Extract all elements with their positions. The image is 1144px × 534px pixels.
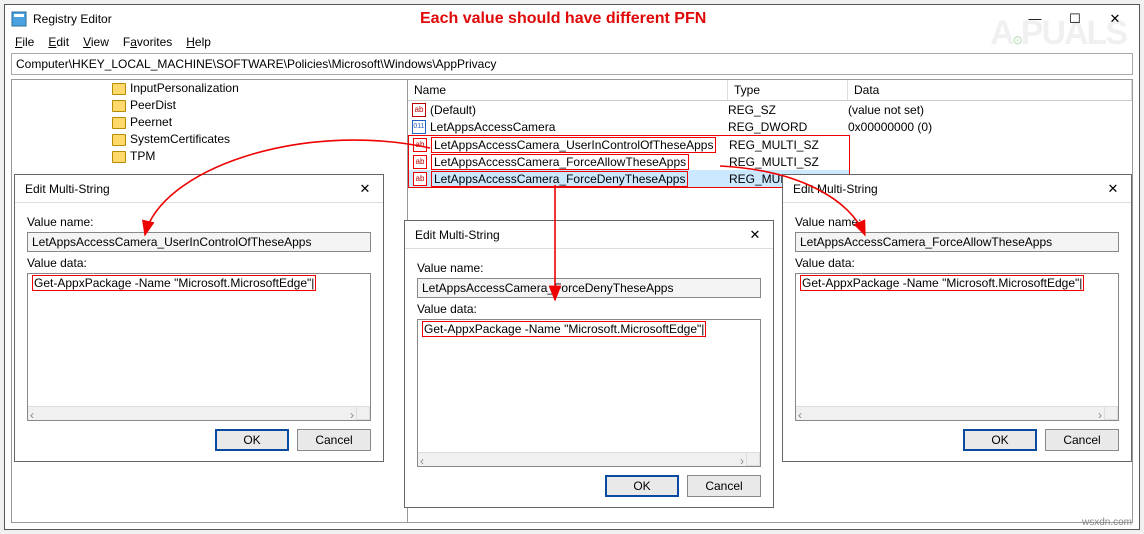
cancel-button[interactable]: Cancel bbox=[1045, 429, 1119, 451]
tree-item[interactable]: TPM bbox=[112, 148, 407, 165]
dialog-titlebar[interactable]: Edit Multi-String ✕ bbox=[405, 221, 773, 249]
watermark-logo: A⊙PUALS bbox=[990, 14, 1126, 53]
list-row[interactable]: abLetAppsAccessCamera_ForceAllowTheseApp… bbox=[409, 153, 849, 170]
menu-help[interactable]: Help bbox=[186, 35, 211, 49]
dialog-close-button[interactable]: ✕ bbox=[351, 177, 379, 201]
col-header-data[interactable]: Data bbox=[848, 80, 1132, 100]
tree-item[interactable]: InputPersonalization bbox=[112, 80, 407, 97]
edit-multistring-dialog-2: Edit Multi-String ✕ Value name: LetAppsA… bbox=[404, 220, 774, 508]
tree-item[interactable]: PeerDist bbox=[112, 97, 407, 114]
value-name-label: Value name: bbox=[417, 261, 761, 275]
cancel-button[interactable]: Cancel bbox=[687, 475, 761, 497]
edit-multistring-dialog-3: Edit Multi-String ✕ Value name: LetAppsA… bbox=[782, 174, 1132, 462]
cancel-button[interactable]: Cancel bbox=[297, 429, 371, 451]
value-name-label: Value name: bbox=[795, 215, 1119, 229]
string-icon: ab bbox=[413, 138, 427, 152]
col-header-type[interactable]: Type bbox=[728, 80, 848, 100]
scrollbar-corner bbox=[746, 452, 760, 466]
value-name-field[interactable]: LetAppsAccessCamera_ForceAllowTheseApps bbox=[795, 232, 1119, 252]
folder-icon bbox=[112, 100, 126, 112]
scrollbar-horizontal[interactable]: ‹› bbox=[796, 406, 1104, 420]
scrollbar-horizontal[interactable]: ‹› bbox=[418, 452, 746, 466]
tree-item[interactable]: Peernet bbox=[112, 114, 407, 131]
scrollbar-corner bbox=[356, 406, 370, 420]
dialog-title: Edit Multi-String bbox=[409, 228, 741, 242]
string-icon: ab bbox=[413, 155, 427, 169]
menubar: File Edit View Favorites Help bbox=[5, 33, 1139, 53]
value-name-label: Value name: bbox=[27, 215, 371, 229]
scrollbar-corner bbox=[1104, 406, 1118, 420]
list-row[interactable]: ab(Default) REG_SZ (value not set) bbox=[408, 101, 1132, 118]
list-row[interactable]: 011LetAppsAccessCamera REG_DWORD 0x00000… bbox=[408, 118, 1132, 135]
ok-button[interactable]: OK bbox=[605, 475, 679, 497]
menu-file[interactable]: File bbox=[15, 35, 34, 49]
dialog-close-button[interactable]: ✕ bbox=[1099, 177, 1127, 201]
list-row[interactable]: abLetAppsAccessCamera_UserInControlOfThe… bbox=[409, 136, 849, 153]
folder-icon bbox=[112, 117, 126, 129]
source-url: wsxdn.com bbox=[1082, 517, 1132, 528]
dialog-titlebar[interactable]: Edit Multi-String ✕ bbox=[783, 175, 1131, 203]
tree-item[interactable]: SystemCertificates bbox=[112, 131, 407, 148]
value-data-textarea[interactable]: Get-AppxPackage -Name "Microsoft.Microso… bbox=[27, 273, 371, 421]
list-header[interactable]: Name Type Data bbox=[408, 80, 1132, 101]
folder-icon bbox=[112, 83, 126, 95]
menu-favorites[interactable]: Favorites bbox=[123, 35, 172, 49]
ok-button[interactable]: OK bbox=[215, 429, 289, 451]
app-icon bbox=[11, 11, 27, 27]
dialog-title: Edit Multi-String bbox=[787, 182, 1099, 196]
value-data-label: Value data: bbox=[795, 256, 1119, 270]
ok-button[interactable]: OK bbox=[963, 429, 1037, 451]
dialog-close-button[interactable]: ✕ bbox=[741, 223, 769, 247]
binary-icon: 011 bbox=[412, 120, 426, 134]
folder-icon bbox=[112, 151, 126, 163]
value-name-field[interactable]: LetAppsAccessCamera_UserInControlOfThese… bbox=[27, 232, 371, 252]
address-bar[interactable]: Computer\HKEY_LOCAL_MACHINE\SOFTWARE\Pol… bbox=[11, 53, 1133, 75]
value-name-field[interactable]: LetAppsAccessCamera_ForceDenyTheseApps bbox=[417, 278, 761, 298]
scrollbar-horizontal[interactable]: ‹› bbox=[28, 406, 356, 420]
menu-edit[interactable]: Edit bbox=[48, 35, 69, 49]
folder-icon bbox=[112, 134, 126, 146]
dialog-title: Edit Multi-String bbox=[19, 182, 351, 196]
annotation-text: Each value should have different PFN bbox=[420, 10, 706, 28]
string-icon: ab bbox=[412, 103, 426, 117]
menu-view[interactable]: View bbox=[83, 35, 109, 49]
value-data-label: Value data: bbox=[27, 256, 371, 270]
value-data-label: Value data: bbox=[417, 302, 761, 316]
edit-multistring-dialog-1: Edit Multi-String ✕ Value name: LetAppsA… bbox=[14, 174, 384, 462]
value-data-textarea[interactable]: Get-AppxPackage -Name "Microsoft.Microso… bbox=[795, 273, 1119, 421]
col-header-name[interactable]: Name bbox=[408, 80, 728, 100]
string-icon: ab bbox=[413, 172, 427, 186]
dialog-titlebar[interactable]: Edit Multi-String ✕ bbox=[15, 175, 383, 203]
value-data-textarea[interactable]: Get-AppxPackage -Name "Microsoft.Microso… bbox=[417, 319, 761, 467]
